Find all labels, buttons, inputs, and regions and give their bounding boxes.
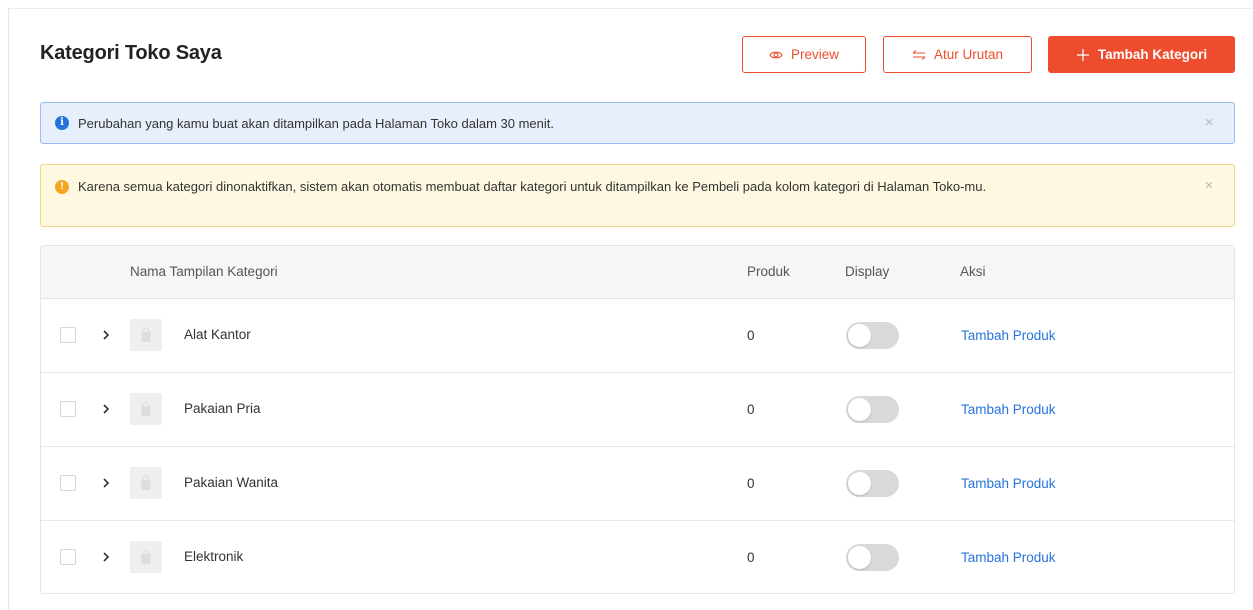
swap-arrows-icon — [912, 49, 926, 60]
shopping-bag-icon — [141, 327, 151, 342]
category-table: Nama Tampilan Kategori Produk Display Ak… — [40, 245, 1235, 594]
preview-button[interactable]: Preview — [742, 36, 866, 73]
row-checkbox[interactable] — [60, 401, 76, 417]
add-category-button-label: Tambah Kategori — [1097, 47, 1208, 62]
category-image — [130, 393, 162, 425]
table-row: Alat Kantor 0 Tambah Produk — [41, 299, 1234, 373]
shopping-bag-icon — [141, 549, 151, 564]
display-toggle[interactable] — [846, 396, 899, 423]
warning-alert-text: Karena semua kategori dinonaktifkan, sis… — [78, 179, 987, 194]
preview-button-label: Preview — [790, 47, 839, 62]
column-header-aksi: Aksi — [960, 264, 986, 279]
add-product-link[interactable]: Tambah Produk — [961, 476, 1056, 491]
add-category-button[interactable]: Tambah Kategori — [1048, 36, 1235, 73]
add-product-link[interactable]: Tambah Produk — [961, 402, 1056, 417]
info-alert-text: Perubahan yang kamu buat akan ditampilka… — [78, 116, 555, 131]
warning-icon: ! — [55, 180, 69, 194]
shopping-bag-icon — [141, 401, 151, 416]
chevron-right-icon[interactable] — [99, 550, 113, 564]
column-header-display: Display — [845, 264, 890, 279]
info-icon: i — [55, 116, 69, 130]
row-checkbox[interactable] — [60, 549, 76, 565]
chevron-right-icon[interactable] — [99, 402, 113, 416]
toggle-knob — [848, 472, 871, 495]
eye-icon — [769, 50, 783, 60]
category-image — [130, 467, 162, 499]
close-icon[interactable]: × — [1202, 178, 1216, 193]
display-toggle[interactable] — [846, 470, 899, 497]
product-count: 0 — [747, 476, 755, 491]
toggle-knob — [848, 398, 871, 421]
add-product-link[interactable]: Tambah Produk — [961, 550, 1056, 565]
category-name: Alat Kantor — [184, 327, 251, 342]
row-checkbox[interactable] — [60, 475, 76, 491]
category-name: Pakaian Wanita — [184, 475, 279, 490]
info-alert: i Perubahan yang kamu buat akan ditampil… — [40, 102, 1235, 144]
category-image — [130, 319, 162, 351]
close-icon[interactable]: × — [1202, 115, 1216, 130]
category-name: Elektronik — [184, 549, 244, 564]
page-header: Kategori Toko Saya Preview Atur Urutan T… — [40, 34, 1235, 74]
table-row: Elektronik 0 Tambah Produk — [41, 521, 1234, 593]
shopping-bag-icon — [141, 475, 151, 490]
page-title: Kategori Toko Saya — [40, 42, 222, 64]
warning-alert: ! Karena semua kategori dinonaktifkan, s… — [40, 164, 1235, 227]
product-count: 0 — [747, 402, 755, 417]
table-row: Pakaian Wanita 0 Tambah Produk — [41, 447, 1234, 521]
product-count: 0 — [747, 550, 755, 565]
product-count: 0 — [747, 328, 755, 343]
table-row: Pakaian Pria 0 Tambah Produk — [41, 373, 1234, 447]
page-left-border — [8, 8, 9, 610]
sort-button[interactable]: Atur Urutan — [883, 36, 1032, 73]
chevron-right-icon[interactable] — [99, 328, 113, 342]
sort-button-label: Atur Urutan — [933, 47, 1004, 62]
column-header-produk: Produk — [747, 264, 790, 279]
chevron-right-icon[interactable] — [99, 476, 113, 490]
row-checkbox[interactable] — [60, 327, 76, 343]
table-header: Nama Tampilan Kategori Produk Display Ak… — [41, 246, 1234, 299]
category-name: Pakaian Pria — [184, 401, 261, 416]
category-image — [130, 541, 162, 573]
add-product-link[interactable]: Tambah Produk — [961, 328, 1056, 343]
display-toggle[interactable] — [846, 544, 899, 571]
plus-icon — [1076, 48, 1090, 62]
page-top-border — [8, 8, 1253, 9]
display-toggle[interactable] — [846, 322, 899, 349]
toggle-knob — [848, 324, 871, 347]
toggle-knob — [848, 546, 871, 569]
column-header-name: Nama Tampilan Kategori — [130, 264, 278, 279]
